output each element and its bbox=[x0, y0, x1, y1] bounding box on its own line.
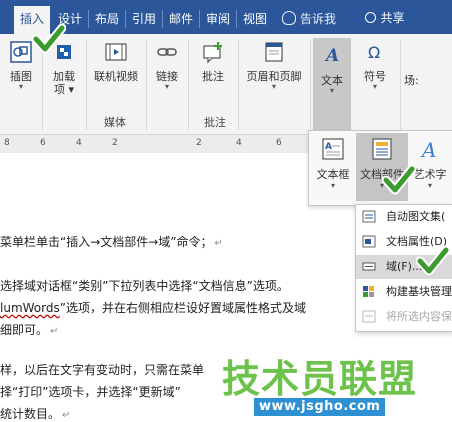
ribbon-divider bbox=[188, 40, 189, 130]
document-line: 统计数目。 ↵ bbox=[0, 407, 71, 421]
text-icon: A bbox=[324, 46, 339, 66]
online-video-label: 联机视频 bbox=[94, 70, 138, 83]
tab-divider bbox=[199, 10, 200, 28]
lightbulb-icon bbox=[282, 11, 296, 25]
textbox-label: 文本框 bbox=[316, 168, 350, 181]
ruler-mark: 6 bbox=[40, 138, 46, 148]
document-line: 菜单栏单击“插入→文档部件→域”命令； ↵ bbox=[0, 235, 223, 249]
illustrations-icon bbox=[10, 41, 32, 63]
ribbon: 插图 ▾ 加载项 ▾ 联机视频 媒体 链接 ▾ 批注 批注 页眉和页脚 ▾ A … bbox=[0, 34, 452, 135]
tell-me-label: 告诉我 bbox=[300, 12, 337, 26]
tab-divider bbox=[236, 10, 237, 28]
chevron-down-icon: ▾ bbox=[330, 181, 335, 190]
field-icon bbox=[362, 262, 376, 271]
watermark-brand: 技术员联盟 bbox=[221, 356, 418, 402]
omega-icon: Ω bbox=[368, 43, 380, 62]
film-icon bbox=[105, 43, 127, 61]
media-group-label: 媒体 bbox=[104, 116, 126, 129]
checkmark-icon bbox=[416, 245, 450, 276]
svg-text:A: A bbox=[420, 138, 436, 161]
symbols-button[interactable]: Ω 符号 ▾ bbox=[356, 40, 394, 91]
header-footer-button[interactable]: 页眉和页脚 ▾ bbox=[242, 40, 306, 91]
tab-divider bbox=[88, 10, 89, 28]
ribbon-tab-bar: 插入 设计 布局 引用 邮件 审阅 视图 告诉我 共享 bbox=[0, 0, 452, 34]
document-line: 选择域对话框“类别”下拉列表中选择“文档信息”选项。 bbox=[0, 279, 289, 293]
ruler-mark: 2 bbox=[112, 138, 118, 148]
save-selection-icon bbox=[362, 310, 376, 323]
person-icon bbox=[365, 12, 377, 23]
ruler-mark: 2 bbox=[196, 138, 202, 148]
ribbon-divider bbox=[146, 40, 147, 130]
menu-item-label: 将所选内容保 bbox=[386, 310, 452, 323]
links-button[interactable]: 链接 ▾ bbox=[152, 40, 182, 91]
menu-item-save-selection: 将所选内容保 bbox=[356, 305, 452, 329]
header-footer-icon bbox=[265, 42, 283, 62]
comment-group-label: 批注 bbox=[204, 116, 226, 129]
checkmark-icon bbox=[382, 164, 416, 195]
chevron-down-icon: ▾ bbox=[18, 82, 23, 91]
wordart-icon: A bbox=[420, 138, 436, 162]
tab-view[interactable]: 视图 bbox=[239, 8, 271, 30]
tab-mailings[interactable]: 邮件 bbox=[165, 8, 197, 30]
document-line: 择“打印”选项卡，并选择“更新域” bbox=[0, 385, 181, 399]
chevron-down-icon: ▾ bbox=[329, 86, 334, 95]
chevron-down-icon: ▾ bbox=[372, 82, 377, 91]
share-label: 共享 bbox=[380, 11, 405, 25]
addins-label: 加载项 ▾ bbox=[53, 70, 75, 96]
autotext-icon bbox=[362, 210, 376, 223]
doc-property-icon bbox=[362, 235, 376, 248]
tab-divider bbox=[162, 10, 163, 28]
svg-text:A: A bbox=[325, 142, 332, 152]
svg-text:A: A bbox=[324, 46, 339, 66]
menu-item-label: 自动图文集( bbox=[386, 210, 446, 223]
ruler-mark: 6 bbox=[276, 138, 282, 148]
tab-layout[interactable]: 布局 bbox=[91, 8, 123, 30]
ribbon-divider bbox=[238, 40, 239, 130]
document-line: 细即可。 ↵ bbox=[0, 323, 59, 337]
text-group-panel: A 文本框 ▾ 文档部件 ▾ A 艺术字 ▾ bbox=[308, 130, 452, 206]
truncated-field-label: 场: bbox=[404, 74, 419, 87]
menu-item-autotext[interactable]: 自动图文集( bbox=[356, 205, 452, 229]
ribbon-divider bbox=[400, 40, 401, 130]
document-line: lumWords”选项，并在右侧相应栏设好置域属性格式及域 bbox=[0, 301, 306, 315]
text-button[interactable]: A 文本 ▾ bbox=[313, 38, 351, 130]
spellcheck-word: lumWords bbox=[0, 301, 60, 315]
quick-parts-icon bbox=[372, 138, 392, 160]
chevron-down-icon: ▾ bbox=[271, 82, 276, 91]
online-video-button[interactable]: 联机视频 bbox=[90, 40, 142, 83]
ruler-mark: 4 bbox=[236, 138, 242, 148]
svg-text:Ω: Ω bbox=[368, 43, 380, 62]
comment-label: 批注 bbox=[202, 70, 224, 83]
tell-me-box[interactable]: 告诉我 bbox=[282, 8, 336, 30]
watermark-url: www.jsgho.com bbox=[254, 398, 386, 416]
ruler-mark: 4 bbox=[76, 138, 82, 148]
comment-button[interactable]: 批注 bbox=[196, 40, 230, 83]
new-comment-icon bbox=[203, 42, 222, 64]
tab-divider bbox=[125, 10, 126, 28]
share-button[interactable]: 共享 bbox=[357, 7, 413, 29]
chevron-down-icon: ▾ bbox=[164, 82, 169, 91]
menu-item-building-blocks[interactable]: 构建基块管理 bbox=[356, 280, 452, 304]
link-icon bbox=[157, 48, 177, 56]
ruler-mark: 8 bbox=[4, 138, 10, 148]
tab-references[interactable]: 引用 bbox=[128, 8, 160, 30]
ribbon-divider bbox=[310, 40, 311, 130]
textbox-icon: A bbox=[322, 138, 344, 160]
ribbon-divider bbox=[86, 40, 87, 130]
building-blocks-icon bbox=[363, 286, 374, 297]
menu-item-label: 构建基块管理 bbox=[386, 285, 452, 298]
textbox-button[interactable]: A 文本框 ▾ bbox=[313, 137, 353, 190]
document-line: 样，以后在文字有变动时，只需在菜单 bbox=[0, 363, 205, 377]
tab-review[interactable]: 审阅 bbox=[202, 8, 234, 30]
checkmark-icon bbox=[32, 23, 66, 54]
